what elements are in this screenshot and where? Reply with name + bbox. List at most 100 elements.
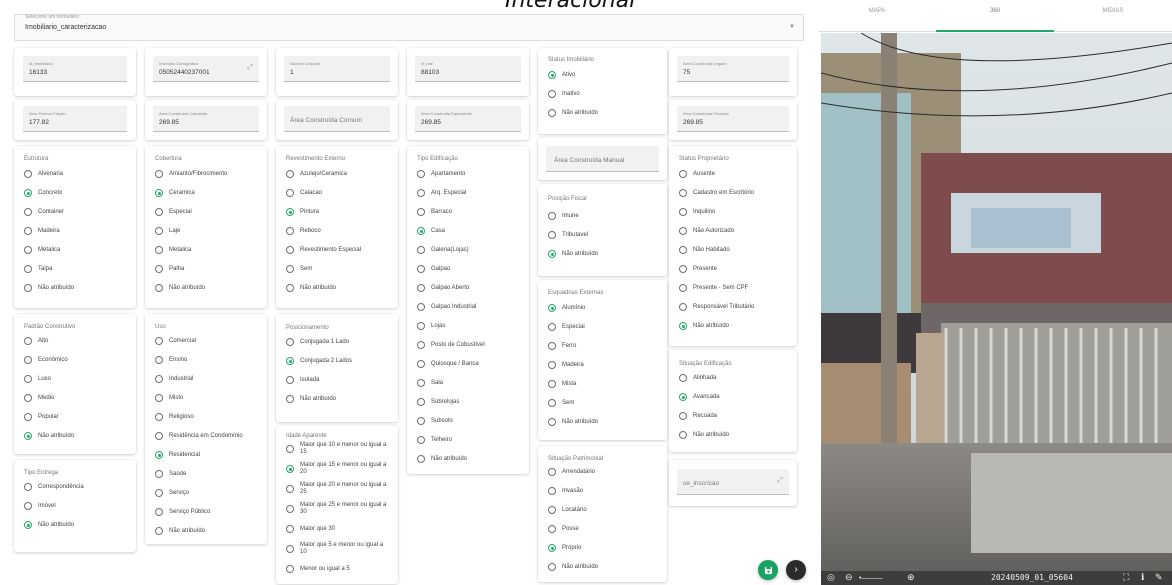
radio-option[interactable]: Maior que 15 e menor ou igual a 20 bbox=[286, 461, 390, 477]
area-calculada-field[interactable]: Área Construída Calculada 269.85 bbox=[153, 106, 259, 132]
radio-option[interactable]: Azulejo/Ceramica bbox=[286, 169, 347, 179]
radio-option[interactable]: Não atribuído bbox=[679, 321, 729, 331]
radio-option[interactable]: Locatário bbox=[548, 505, 587, 515]
radio-unchecked-icon[interactable] bbox=[548, 525, 556, 533]
form-selector[interactable]: Selecione um formulário Imobiliario_cara… bbox=[14, 14, 804, 41]
radio-option[interactable]: Madeira bbox=[548, 360, 584, 370]
radio-unchecked-icon[interactable] bbox=[286, 505, 294, 513]
radio-checked-icon[interactable] bbox=[155, 451, 163, 459]
radio-option[interactable]: Luxo bbox=[24, 374, 51, 384]
id-imobiliario-field[interactable]: Id_Imobiliario 16133 bbox=[23, 56, 127, 82]
radio-option[interactable]: Próprio bbox=[548, 543, 581, 553]
radio-option[interactable]: Inativo bbox=[548, 89, 580, 99]
radio-unchecked-icon[interactable] bbox=[417, 284, 425, 292]
radio-option[interactable]: Posto de Cobustível bbox=[417, 340, 485, 350]
radio-unchecked-icon[interactable] bbox=[155, 227, 163, 235]
radio-checked-icon[interactable] bbox=[548, 250, 556, 258]
tab-mapa[interactable]: MAPA bbox=[818, 0, 936, 32]
area-equivalente-field[interactable]: Área Construída Equivalente 269.85 bbox=[415, 106, 521, 132]
radio-unchecked-icon[interactable] bbox=[286, 485, 294, 493]
radio-unchecked-icon[interactable] bbox=[155, 527, 163, 535]
radio-checked-icon[interactable] bbox=[548, 304, 556, 312]
radio-checked-icon[interactable] bbox=[286, 208, 294, 216]
radio-unchecked-icon[interactable] bbox=[548, 109, 556, 117]
area-privativa-field[interactable]: Área Construída Privativa 269.85 bbox=[677, 106, 789, 132]
radio-option[interactable]: Não atribuído bbox=[24, 520, 74, 530]
radio-unchecked-icon[interactable] bbox=[679, 208, 687, 216]
fullscreen-icon[interactable]: ⛶ bbox=[1123, 572, 1129, 583]
radio-unchecked-icon[interactable] bbox=[24, 284, 32, 292]
radio-option[interactable]: Conjugada 1 Lado bbox=[286, 337, 349, 347]
radio-unchecked-icon[interactable] bbox=[548, 323, 556, 331]
radio-unchecked-icon[interactable] bbox=[24, 413, 32, 421]
radio-option[interactable]: Não atribuído bbox=[548, 108, 598, 118]
radio-option[interactable]: Ativo bbox=[548, 70, 575, 80]
radio-option[interactable]: Não atribuído bbox=[679, 430, 729, 440]
radio-option[interactable]: Maior que 5 e menor ou igual a 10 bbox=[286, 541, 390, 557]
radio-checked-icon[interactable] bbox=[286, 357, 294, 365]
radio-option[interactable]: Caiacao bbox=[286, 188, 322, 198]
radio-option[interactable]: Galpao bbox=[417, 264, 450, 274]
radio-option[interactable]: Especial bbox=[548, 322, 585, 332]
radio-unchecked-icon[interactable] bbox=[286, 246, 294, 254]
radio-unchecked-icon[interactable] bbox=[548, 361, 556, 369]
radio-option[interactable]: Concreto bbox=[24, 188, 62, 198]
radio-unchecked-icon[interactable] bbox=[24, 208, 32, 216]
edit-icon[interactable]: ✎ bbox=[1155, 572, 1163, 583]
radio-unchecked-icon[interactable] bbox=[417, 170, 425, 178]
radio-unchecked-icon[interactable] bbox=[679, 246, 687, 254]
radio-unchecked-icon[interactable] bbox=[679, 284, 687, 292]
radio-unchecked-icon[interactable] bbox=[155, 246, 163, 254]
radio-unchecked-icon[interactable] bbox=[548, 342, 556, 350]
radio-unchecked-icon[interactable] bbox=[679, 431, 687, 439]
radio-unchecked-icon[interactable] bbox=[24, 265, 32, 273]
radio-option[interactable]: Alto bbox=[24, 336, 48, 346]
radio-option[interactable]: Casa bbox=[417, 226, 445, 236]
radio-option[interactable]: Ceramica bbox=[155, 188, 195, 198]
radio-option[interactable]: Maior que 25 e menor ou igual a 30 bbox=[286, 501, 390, 517]
radio-option[interactable]: Sobrelojas bbox=[417, 397, 459, 407]
radio-unchecked-icon[interactable] bbox=[679, 265, 687, 273]
radio-unchecked-icon[interactable] bbox=[24, 394, 32, 402]
radio-checked-icon[interactable] bbox=[24, 189, 32, 197]
radio-unchecked-icon[interactable] bbox=[286, 565, 294, 573]
radio-option[interactable]: Arq. Especial bbox=[417, 188, 466, 198]
radio-option[interactable]: Barraco bbox=[417, 207, 452, 217]
radio-unchecked-icon[interactable] bbox=[24, 170, 32, 178]
radio-option[interactable]: Não atribuído bbox=[24, 431, 74, 441]
radio-unchecked-icon[interactable] bbox=[286, 189, 294, 197]
radio-option[interactable]: Galpao Aberto bbox=[417, 283, 469, 293]
radio-unchecked-icon[interactable] bbox=[548, 231, 556, 239]
tab-midias[interactable]: MÍDIAS bbox=[1054, 0, 1172, 32]
radio-unchecked-icon[interactable] bbox=[286, 170, 294, 178]
tab-360[interactable]: 360 bbox=[936, 0, 1054, 32]
radio-checked-icon[interactable] bbox=[679, 393, 687, 401]
numero-unidade-field[interactable]: Número Unidade 1 bbox=[284, 56, 390, 82]
next-button[interactable]: › bbox=[786, 560, 806, 580]
radio-option[interactable]: Amianto/Fibrocimento bbox=[155, 169, 227, 179]
radio-option[interactable]: Responsável Tributário bbox=[679, 302, 754, 312]
radio-unchecked-icon[interactable] bbox=[286, 445, 294, 453]
radio-option[interactable]: Inquilino bbox=[679, 207, 715, 217]
radio-unchecked-icon[interactable] bbox=[155, 413, 163, 421]
radio-option[interactable]: Não Autorizado bbox=[679, 226, 734, 236]
radio-unchecked-icon[interactable] bbox=[24, 356, 32, 364]
radio-option[interactable]: Não atribuído bbox=[155, 283, 205, 293]
radio-option[interactable]: Ensino bbox=[155, 355, 187, 365]
radio-unchecked-icon[interactable] bbox=[548, 212, 556, 220]
radio-unchecked-icon[interactable] bbox=[417, 398, 425, 406]
radio-unchecked-icon[interactable] bbox=[155, 356, 163, 364]
radio-option[interactable]: Galeria(Lojas) bbox=[417, 245, 469, 255]
radio-unchecked-icon[interactable] bbox=[155, 470, 163, 478]
radio-unchecked-icon[interactable] bbox=[155, 265, 163, 273]
radio-option[interactable]: Não atribuído bbox=[417, 454, 467, 464]
radio-unchecked-icon[interactable] bbox=[155, 489, 163, 497]
expand-icon[interactable]: ⤢ bbox=[777, 477, 783, 485]
radio-option[interactable]: Medio bbox=[24, 393, 54, 403]
radio-option[interactable]: Isolada bbox=[286, 375, 319, 385]
radio-option[interactable]: Posse bbox=[548, 524, 579, 534]
radio-unchecked-icon[interactable] bbox=[417, 417, 425, 425]
radio-option[interactable]: Industrial bbox=[155, 374, 193, 384]
radio-option[interactable]: Residência em Condomínio bbox=[155, 431, 243, 441]
radio-unchecked-icon[interactable] bbox=[679, 227, 687, 235]
